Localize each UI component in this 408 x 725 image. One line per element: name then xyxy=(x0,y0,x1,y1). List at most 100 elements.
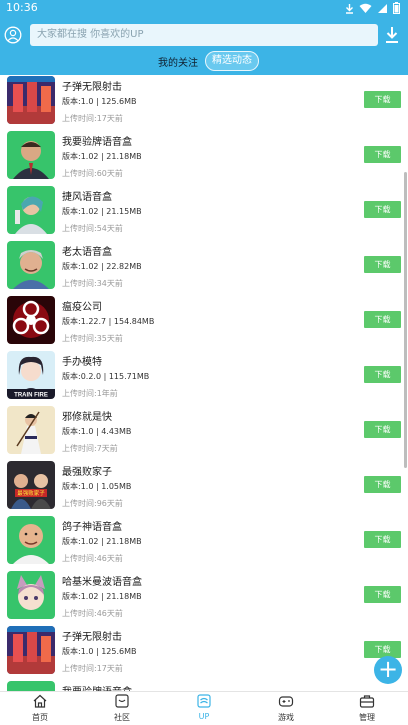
add-button[interactable]: + xyxy=(374,656,402,684)
download-button[interactable]: 下载 xyxy=(364,91,401,108)
app-thumbnail[interactable] xyxy=(7,296,55,344)
bottom-nav: 首页 社区 UP 游戏 管理 xyxy=(0,691,408,725)
app-meta: 版本:1.22.7 | 154.84MB xyxy=(62,317,155,326)
signal-icon xyxy=(378,3,387,13)
app-name: 捷风语音盒 xyxy=(62,192,112,203)
nav-item-home[interactable]: 首页 xyxy=(10,694,70,725)
status-time: 10:36 xyxy=(6,1,38,14)
list-item[interactable]: 最强败家子 最强败家子 版本:1.0 | 1.05MB 上传时间:96天前 下载 xyxy=(0,460,408,515)
list-item[interactable]: 瘟疫公司版本:1.22.7 | 154.84MB 上传时间:35天前 下载 xyxy=(0,295,408,350)
list-item[interactable]: 哈基米曼波语音盒 版本:1.02 | 21.18MB 上传时间:46天前 下载 xyxy=(0,570,408,625)
app-upload-time: 上传时间:17天前 xyxy=(62,664,123,673)
up-icon xyxy=(197,694,211,708)
list-item[interactable]: 邪修就是快版本:1.0 | 4.43MB 上传时间:7天前 下载 xyxy=(0,405,408,460)
app-meta: 版本:1.02 | 21.18MB xyxy=(62,537,142,546)
community-icon xyxy=(115,694,129,708)
app-thumbnail[interactable] xyxy=(7,131,55,179)
app-thumbnail[interactable] xyxy=(7,681,55,691)
svg-text:最强败家子: 最强败家子 xyxy=(17,489,45,497)
app-thumbnail[interactable] xyxy=(7,626,55,674)
nav-label-games: 游戏 xyxy=(278,713,294,722)
tab-my-follow[interactable]: 我的关注 xyxy=(158,54,198,69)
list-item[interactable]: 子弹无限射击版本:1.0 | 125.6MB 上传时间:17天前 下载 xyxy=(0,75,408,130)
app-upload-time: 上传时间:60天前 xyxy=(62,169,123,178)
nav-label-community: 社区 xyxy=(114,713,130,722)
app-name: 瘟疫公司 xyxy=(62,302,102,313)
app-meta: 版本:1.0 | 4.43MB xyxy=(62,427,132,436)
app-upload-time: 上传时间:17天前 xyxy=(62,114,123,123)
app-name: 哈基米曼波语音盒 xyxy=(62,577,142,588)
header-tabs: 我的关注 精选动态 xyxy=(0,51,408,71)
nav-item-manage[interactable]: 管理 xyxy=(337,694,397,725)
nav-item-community[interactable]: 社区 xyxy=(92,694,152,725)
download-button[interactable]: 下载 xyxy=(364,311,401,328)
app-thumbnail[interactable] xyxy=(7,406,55,454)
status-bar: 10:36 xyxy=(0,0,408,18)
status-icons xyxy=(345,2,400,14)
list-item[interactable]: 子弹无限射击 版本:1.0 | 125.6MB 上传时间:17天前 下载 xyxy=(0,625,408,680)
app-upload-time: 上传时间:35天前 xyxy=(62,334,123,343)
app-upload-time: 上传时间:7天前 xyxy=(62,444,118,453)
app-meta: 版本:1.02 | 21.18MB xyxy=(62,152,142,161)
nav-label-home: 首页 xyxy=(32,713,48,722)
download-button[interactable]: 下载 xyxy=(364,421,401,438)
header: 10:36 大家都在搜 你喜欢的UP 我的关注 精选动态 xyxy=(0,0,408,75)
app-name: 我要验牌语音盒 xyxy=(62,683,132,691)
list-item[interactable]: 老太语音盒版本:1.02 | 22.82MB 上传时间:34天前 下载 xyxy=(0,240,408,295)
download-button[interactable]: 下载 xyxy=(364,146,401,163)
download-button[interactable]: 下载 xyxy=(364,586,401,603)
app-meta: 版本:0.2.0 | 115.71MB xyxy=(62,372,150,381)
app-thumbnail[interactable] xyxy=(7,76,55,124)
download-button[interactable]: 下载 xyxy=(364,476,401,493)
list-item[interactable]: TRAIN FIRE 手办模特 版本:0.2.0 | 115.71MB 上传时间:1年… xyxy=(0,350,408,405)
app-name: 邪修就是快 xyxy=(62,412,112,423)
battery-icon xyxy=(393,2,400,14)
app-meta: 版本:1.0 | 125.6MB xyxy=(62,647,137,656)
app-meta: 版本:1.02 | 21.18MB xyxy=(62,592,142,601)
app-thumbnail[interactable] xyxy=(7,571,55,619)
nav-label-manage: 管理 xyxy=(359,713,375,722)
app-upload-time: 上传时间:46天前 xyxy=(62,554,123,563)
app-meta: 版本:1.0 | 125.6MB xyxy=(62,97,137,106)
app-name: 我要验牌语音盒 xyxy=(62,137,132,148)
list-item[interactable]: 我要验牌语音盒 xyxy=(0,680,408,691)
download-notification-icon xyxy=(346,3,353,14)
app-screen: 10:36 大家都在搜 你喜欢的UP 我的关注 精选动态 子弹无限射击 版本:1… xyxy=(0,0,408,725)
app-thumbnail[interactable]: 最强败家子 xyxy=(7,461,55,509)
download-manager-icon[interactable] xyxy=(384,26,400,44)
svg-text:TRAIN FIRE: TRAIN FIRE xyxy=(14,393,48,399)
app-thumbnail[interactable]: TRAIN FIRE xyxy=(7,351,55,399)
user-profile-icon[interactable] xyxy=(4,26,22,44)
download-button[interactable]: 下载 xyxy=(364,531,401,548)
app-upload-time: 上传时间:34天前 xyxy=(62,279,123,288)
app-thumbnail[interactable] xyxy=(7,186,55,234)
home-icon xyxy=(33,694,47,708)
app-name: 老太语音盒 xyxy=(62,247,112,258)
briefcase-icon xyxy=(359,695,375,708)
download-button[interactable]: 下载 xyxy=(364,366,401,383)
app-thumbnail[interactable] xyxy=(7,241,55,289)
app-meta: 版本:1.0 | 1.05MB xyxy=(62,482,132,491)
app-name: 子弹无限射击 xyxy=(62,82,122,93)
app-meta: 版本:1.02 | 22.82MB xyxy=(62,262,142,271)
tab-featured[interactable]: 精选动态 xyxy=(205,51,259,71)
search-row: 大家都在搜 你喜欢的UP xyxy=(0,24,408,46)
app-name: 最强败家子 xyxy=(62,467,112,478)
app-thumbnail[interactable] xyxy=(7,516,55,564)
download-button[interactable]: 下载 xyxy=(364,256,401,273)
app-list: 子弹无限射击 版本:1.0 | 125.6MB 上传时间:17天前 下载 我要验牌语音盒… xyxy=(0,75,408,691)
gamepad-icon xyxy=(278,696,294,707)
wifi-icon xyxy=(359,3,372,13)
nav-item-up[interactable]: UP xyxy=(174,694,234,725)
scrollbar[interactable] xyxy=(404,172,407,468)
list-item[interactable]: 我要验牌语音盒版本:1.02 | 21.18MB 上传时间:60天前 下载 xyxy=(0,130,408,185)
search-input[interactable]: 大家都在搜 你喜欢的UP xyxy=(30,24,378,46)
nav-item-games[interactable]: 游戏 xyxy=(256,694,316,725)
download-button[interactable]: 下载 xyxy=(364,201,401,218)
app-upload-time: 上传时间:54天前 xyxy=(62,224,123,233)
app-name: 鸽子神语音盒 xyxy=(62,522,122,533)
list-item[interactable]: 鸽子神语音盒版本:1.02 | 21.18MB 上传时间:46天前 下载 xyxy=(0,515,408,570)
nav-label-up: UP xyxy=(198,712,210,721)
app-upload-time: 上传时间:1年前 xyxy=(62,389,118,398)
list-item[interactable]: 捷风语音盒 版本:1.02 | 21.15MB 上传时间:54天前 下载 xyxy=(0,185,408,240)
